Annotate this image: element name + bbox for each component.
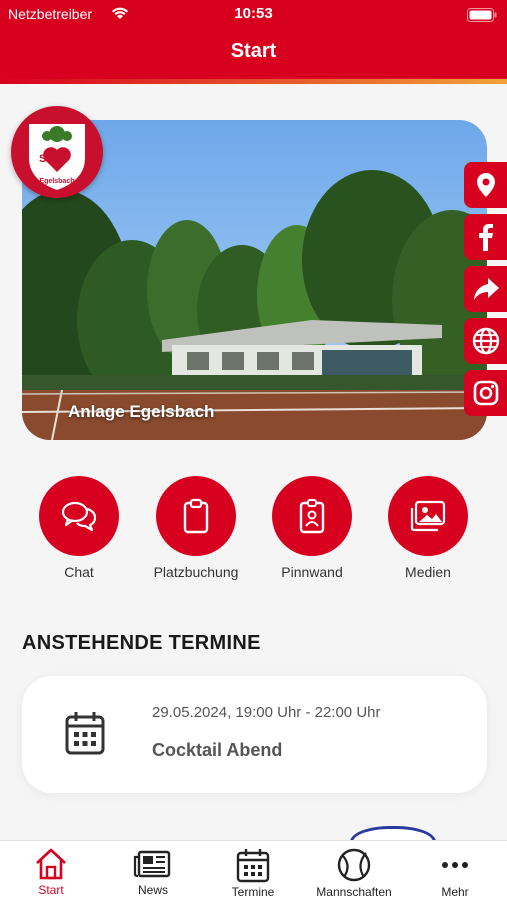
hero-caption: Anlage Egelsbach [68, 402, 215, 421]
tab-label-mannschaften: Mannschaften [316, 885, 392, 899]
tab-label-news: News [137, 883, 168, 897]
battery-icon [467, 8, 497, 22]
action-label-chat: Chat [64, 564, 94, 580]
more-dots-icon [442, 862, 468, 868]
share-button[interactable] [464, 266, 507, 312]
tab-termine[interactable]: Termine [203, 847, 303, 899]
globe-icon [472, 327, 499, 355]
tab-label-termine: Termine [231, 885, 275, 899]
section-title-upcoming: ANSTEHENDE TERMINE [22, 632, 261, 654]
instagram-icon [473, 380, 498, 406]
share-icon [473, 278, 499, 300]
action-medien[interactable]: Medien [373, 476, 483, 580]
club-logo: S G Egelsbach [11, 106, 103, 198]
tab-bar: Start News Termine Mannschaften Mehr [0, 840, 507, 900]
tab-start[interactable]: Start [1, 847, 101, 897]
pinnwand-button[interactable] [272, 476, 352, 556]
home-icon [36, 848, 66, 880]
tab-news[interactable]: News [103, 847, 203, 897]
action-label-pinnwand: Pinnwand [281, 564, 343, 580]
tab-label-mehr: Mehr [441, 885, 469, 899]
action-platzbuchung[interactable]: Platzbuchung [141, 476, 251, 580]
platzbuchung-button[interactable] [156, 476, 236, 556]
instagram-button[interactable] [464, 370, 507, 416]
status-time: 10:53 [234, 5, 273, 22]
tab-mehr[interactable]: Mehr [405, 847, 505, 899]
chat-bubbles-icon [61, 501, 97, 532]
club-crest-icon: S G Egelsbach [29, 124, 85, 190]
app-header: Netzbetreiber 10:53 Start [0, 0, 507, 84]
clipboard-icon [183, 498, 209, 534]
status-bar: Netzbetreiber 10:53 [0, 0, 507, 30]
event-date: 29.05.2024, 19:00 Uhr - 22:00 Uhr [152, 704, 381, 721]
newspaper-icon [133, 850, 171, 878]
images-icon [410, 500, 446, 532]
website-button[interactable] [464, 318, 507, 364]
badge-icon [299, 499, 325, 534]
tennis-ball-icon [337, 848, 371, 882]
logo-text: Egelsbach [39, 178, 74, 185]
action-label-platzbuchung: Platzbuchung [153, 564, 239, 580]
event-name: Cocktail Abend [152, 740, 283, 760]
tab-label-start: Start [38, 883, 64, 897]
location-pin-icon [476, 173, 495, 197]
tab-mannschaften[interactable]: Mannschaften [304, 847, 404, 899]
calendar-icon [65, 712, 105, 755]
action-chat[interactable]: Chat [24, 476, 134, 580]
event-card[interactable]: 29.05.2024, 19:00 Uhr - 22:00 Uhr Cockta… [22, 676, 487, 793]
facebook-button[interactable] [464, 214, 507, 260]
calendar-tab-icon [236, 849, 270, 883]
page-title: Start [230, 40, 277, 62]
action-label-medien: Medien [405, 564, 451, 580]
action-pinnwand[interactable]: Pinnwand [257, 476, 367, 580]
medien-button[interactable] [388, 476, 468, 556]
chat-button[interactable] [39, 476, 119, 556]
facebook-icon [478, 224, 493, 251]
logo-letters: S G [39, 153, 58, 165]
location-button[interactable] [464, 162, 507, 208]
